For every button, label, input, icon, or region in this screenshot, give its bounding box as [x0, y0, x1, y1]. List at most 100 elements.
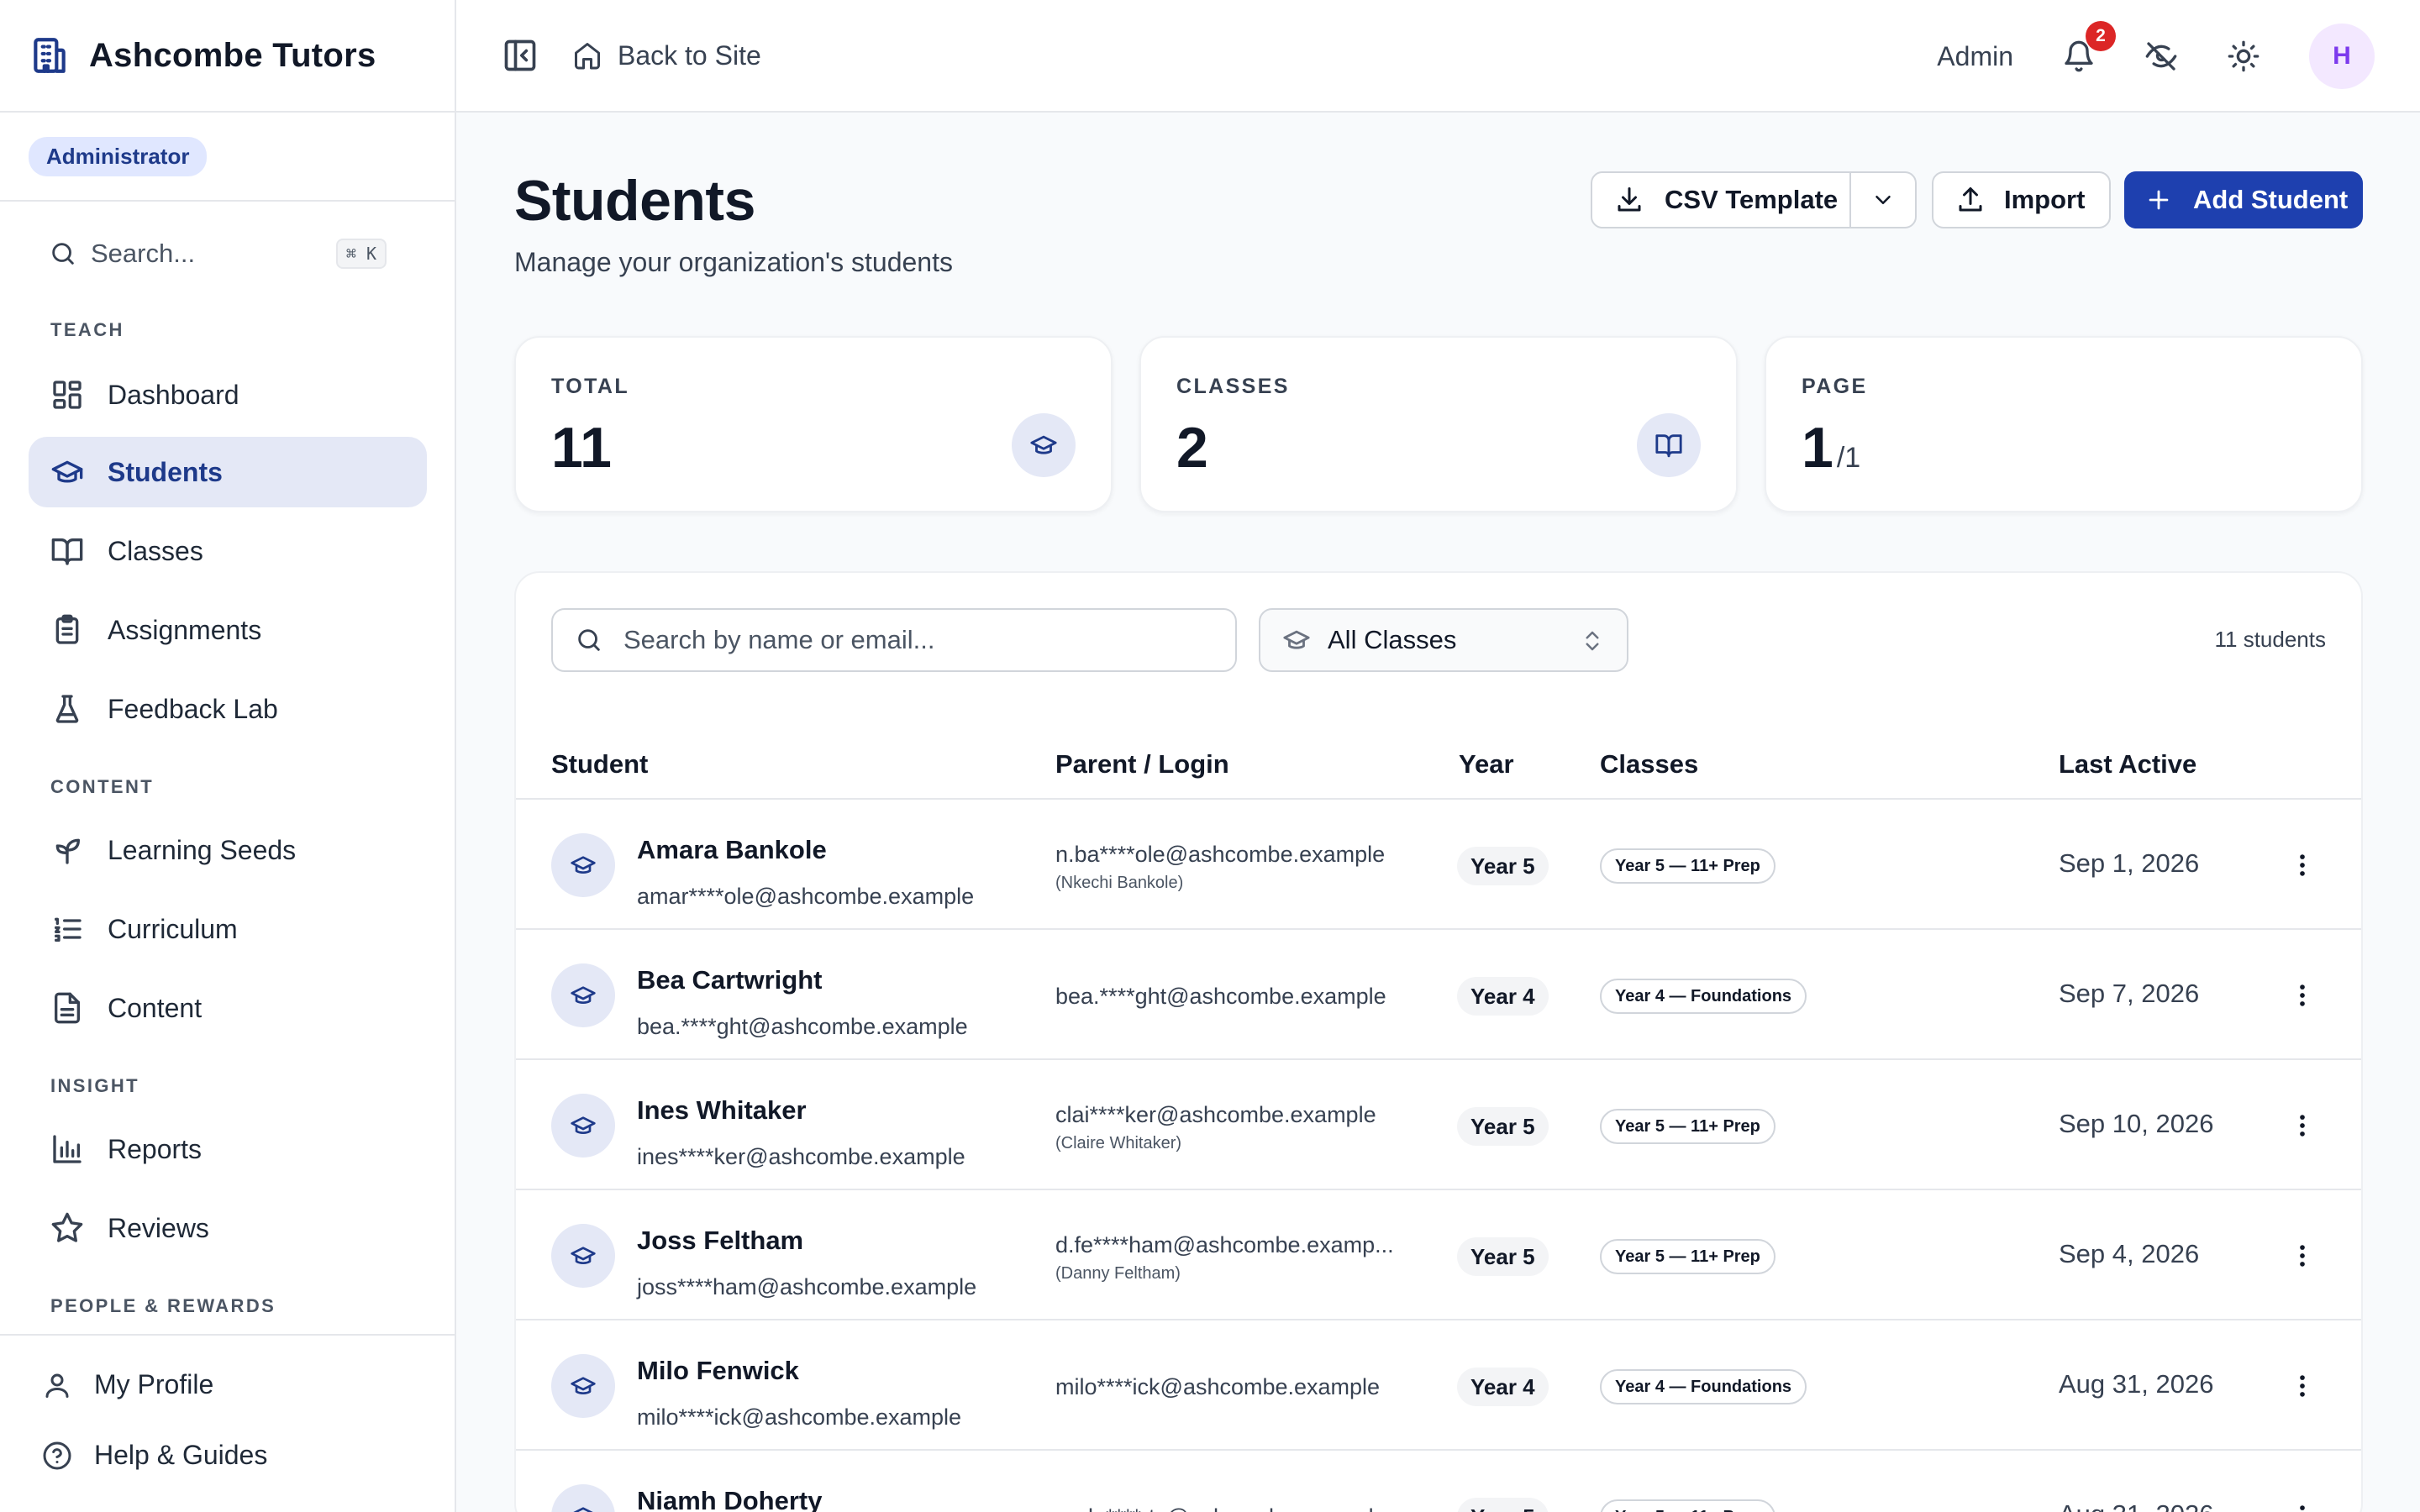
- student-name[interactable]: Bea Cartwright: [637, 965, 822, 995]
- csv-template-button[interactable]: CSV Template: [1592, 173, 1851, 227]
- add-student-label: Add Student: [2193, 185, 2349, 214]
- sidebar: Ashcombe Tutors Administrator Search... …: [0, 0, 456, 1512]
- row-actions-button[interactable]: [2286, 1239, 2319, 1273]
- graduation-cap-icon: [573, 1507, 593, 1512]
- sidebar-item-label: Classes: [108, 535, 203, 566]
- sidebar-collapse-icon[interactable]: [502, 37, 539, 74]
- page-subtitle: Manage your organization's students: [514, 247, 953, 277]
- row-actions-button[interactable]: [2286, 1499, 2319, 1512]
- user-avatar[interactable]: H: [2309, 24, 2375, 89]
- class-filter-select[interactable]: All Classes: [1259, 608, 1628, 672]
- sidebar-item-dashboard[interactable]: Dashboard: [29, 360, 427, 430]
- column-header-student[interactable]: Student: [551, 749, 648, 780]
- column-header-last-active[interactable]: Last Active: [2059, 749, 2196, 780]
- user-icon: [45, 1373, 69, 1398]
- role-badge: Administrator: [29, 136, 208, 176]
- table-row[interactable]: Ines Whitaker ines****ker@ashcombe.exampl…: [516, 1060, 2361, 1190]
- student-name[interactable]: Ines Whitaker: [637, 1095, 807, 1126]
- student-avatar: [551, 1094, 615, 1158]
- column-header-year[interactable]: Year: [1459, 749, 1514, 780]
- student-name[interactable]: Joss Feltham: [637, 1226, 803, 1256]
- csv-template-dropdown-button[interactable]: [1851, 187, 1915, 213]
- sidebar-footer: My Profile Help & Guides: [0, 1334, 455, 1512]
- file-text-icon: [55, 992, 81, 1024]
- home-icon: [575, 43, 600, 70]
- topbar-right: Admin 2 H: [1937, 21, 2375, 89]
- student-name[interactable]: Amara Bankole: [637, 835, 827, 865]
- sidebar-item-label: Content: [108, 992, 203, 1023]
- sidebar-item-reports[interactable]: Reports: [29, 1114, 427, 1184]
- year-badge: Year 5: [1457, 1237, 1549, 1276]
- parent-login-email: d.fe****ham@ashcombe.examp...: [1055, 1232, 1394, 1257]
- table-row[interactable]: Milo Fenwick milo****ick@ashcombe.example…: [516, 1320, 2361, 1451]
- year-badge: Year 4: [1457, 977, 1549, 1016]
- student-name[interactable]: Milo Fenwick: [637, 1356, 799, 1386]
- stat-label: TOTAL: [551, 375, 630, 398]
- column-header-parent-login[interactable]: Parent / Login: [1055, 749, 1229, 780]
- table-row[interactable]: Joss Feltham joss****ham@ashcombe.example…: [516, 1190, 2361, 1320]
- book-open-icon: [1655, 434, 1682, 458]
- year-badge: Year 5: [1457, 847, 1549, 885]
- star-icon: [51, 1212, 83, 1242]
- table-row[interactable]: Bea Cartwright bea.****ght@ashcombe.examp…: [516, 930, 2361, 1060]
- sidebar-item-label: Students: [108, 456, 223, 487]
- sidebar-item-label: Dashboard: [108, 379, 239, 410]
- last-active-date: Aug 31, 2026: [2059, 1369, 2214, 1399]
- table-row[interactable]: Amara Bankole amar****ole@ashcombe.exampl…: [516, 800, 2361, 930]
- import-label: Import: [2004, 185, 2086, 214]
- list-ordered-icon: [55, 917, 82, 942]
- graduation-cap-icon: [1030, 435, 1057, 454]
- sidebar-item-reviews[interactable]: Reviews: [29, 1193, 427, 1263]
- sidebar-item-classes[interactable]: Classes: [29, 516, 427, 586]
- class-badge: Year 4 — Foundations: [1600, 1369, 1807, 1404]
- chevrons-up-down-icon: [1586, 631, 1599, 651]
- notification-count-badge: 2: [2086, 21, 2116, 51]
- stat-icon-wrap: [1637, 413, 1701, 477]
- sidebar-item-students[interactable]: Students: [29, 437, 427, 507]
- csv-template-split-button: CSV Template: [1591, 171, 1917, 228]
- sidebar-item-help-guides[interactable]: Help & Guides: [42, 1440, 267, 1471]
- last-active-date: Aug 31, 2026: [2059, 1499, 2213, 1512]
- sidebar-item-content[interactable]: Content: [29, 973, 427, 1043]
- parent-name: (Danny Feltham): [1055, 1264, 1181, 1283]
- book-open-icon: [51, 538, 83, 565]
- sidebar-item-learning-seeds[interactable]: Learning Seeds: [29, 815, 427, 885]
- student-email: ines****ker@ashcombe.example: [637, 1144, 965, 1169]
- brand-name: Ashcombe Tutors: [89, 36, 376, 74]
- sun-icon[interactable]: [2227, 39, 2260, 73]
- stat-icon-wrap: [1012, 413, 1076, 477]
- page-current: 1: [1802, 416, 1833, 480]
- column-header-classes[interactable]: Classes: [1600, 749, 1698, 780]
- eye-off-icon[interactable]: [2144, 39, 2178, 73]
- topbar-left: Back to Site: [502, 37, 761, 74]
- section-label-teach: TEACH: [50, 319, 124, 340]
- notifications-button[interactable]: 2: [2062, 21, 2116, 73]
- last-active-date: Sep 7, 2026: [2059, 979, 2200, 1008]
- last-active-date: Sep 4, 2026: [2059, 1239, 2200, 1268]
- back-to-site-link[interactable]: Back to Site: [572, 40, 761, 71]
- sidebar-item-curriculum[interactable]: Curriculum: [29, 894, 427, 964]
- student-name[interactable]: Niamh Doherty: [637, 1486, 822, 1512]
- import-button[interactable]: Import: [1932, 171, 2111, 228]
- row-actions-button[interactable]: [2286, 848, 2319, 882]
- sidebar-item-my-profile[interactable]: My Profile: [42, 1369, 213, 1400]
- sidebar-search[interactable]: Search... ⌘ K: [29, 223, 408, 284]
- student-search-input[interactable]: Search by name or email...: [551, 608, 1237, 672]
- graduation-cap-icon: [571, 1377, 596, 1394]
- add-student-button[interactable]: Add Student: [2124, 171, 2363, 228]
- help-circle-icon: [43, 1441, 71, 1469]
- row-actions-button[interactable]: [2286, 1109, 2319, 1142]
- parent-login-email: bea.****ght@ashcombe.example: [1055, 984, 1386, 1009]
- row-actions-button[interactable]: [2286, 1369, 2319, 1403]
- table-row[interactable]: Niamh Doherty m.do****rty@ashcombe.exampl…: [516, 1451, 2361, 1512]
- sidebar-item-feedback-lab[interactable]: Feedback Lab: [29, 674, 427, 744]
- user-role-label: Admin: [1937, 40, 2013, 71]
- row-actions-button[interactable]: [2286, 979, 2319, 1012]
- brand[interactable]: Ashcombe Tutors: [0, 0, 455, 113]
- sidebar-item-assignments[interactable]: Assignments: [29, 595, 427, 665]
- student-avatar: [551, 963, 615, 1027]
- more-vertical-icon: [2300, 1245, 2305, 1267]
- stat-card-total: TOTAL 11: [514, 336, 1113, 512]
- more-vertical-icon: [2300, 1375, 2305, 1397]
- graduation-cap-icon: [571, 1247, 596, 1264]
